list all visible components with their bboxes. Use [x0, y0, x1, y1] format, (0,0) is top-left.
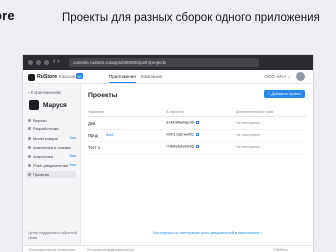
- footer-link-terms[interactable]: Пользовательское соглашение: [29, 248, 75, 252]
- sidebar-item-label: Аналитика: [33, 154, 53, 159]
- page-title: Проекты: [88, 92, 118, 99]
- sidebar: ‹ К приложениям Маруся Версии Разработчи…: [23, 84, 81, 252]
- window-controls: [28, 60, 49, 65]
- add-project-button[interactable]: + Добавить проект: [264, 90, 305, 98]
- developers-icon: [28, 127, 31, 131]
- column-name: Название: [88, 110, 105, 114]
- sidebar-item-label: Версии: [33, 118, 47, 123]
- sidebar-item-monetization[interactable]: Монетизация Beta: [28, 136, 78, 141]
- projects-icon: [28, 173, 31, 177]
- rustore-logo-icon: [28, 74, 35, 81]
- project-notes: Не настроено: [236, 133, 261, 137]
- project-id-value: xmF3Jq5nw2Nz: [166, 133, 195, 138]
- back-to-apps-link[interactable]: ‹ К приложениям: [28, 90, 61, 95]
- page-headline: Проекты для разных сборок одного приложе…: [62, 12, 320, 24]
- project-notes: Не настроено: [236, 145, 261, 149]
- sidebar-item-versions[interactable]: Версии: [28, 118, 78, 123]
- copy-icon[interactable]: [196, 121, 200, 124]
- push-icon: [28, 164, 31, 168]
- table-row[interactable]: Тест 1 rHD9eN2whk8Q Не настроено: [88, 142, 306, 154]
- beta-badge: Beta: [69, 163, 76, 167]
- close-dot-icon[interactable]: [28, 60, 33, 65]
- sidebar-item-label: Проекты: [33, 172, 50, 177]
- project-id: 2xKh8Nw9ap3m: [166, 121, 200, 126]
- beta-badge: Beta: [69, 154, 76, 158]
- main-content: Проекты + Добавить проект Название ID пр…: [81, 84, 313, 252]
- page-footer: Пользовательское соглашение Политика кон…: [23, 245, 313, 252]
- brand-fragment: ore: [0, 8, 15, 23]
- sidebar-item-label: Аналитика и отзывы: [33, 145, 71, 150]
- table-header: Название ID проекта Дополнительные поля: [88, 109, 306, 117]
- project-id: xmF3Jq5nw2Nz: [166, 133, 200, 138]
- column-extra-fields: Дополнительные поля: [236, 110, 274, 114]
- footer-copyright: © RuStore: [273, 247, 288, 252]
- support-link-cont[interactable]: связи: [28, 236, 37, 240]
- project-notes: Не настроено: [236, 121, 261, 125]
- project-name: Прод: [88, 133, 99, 138]
- browser-window: ‹ › console.rustore.ru/apps/000000/push/…: [23, 55, 313, 252]
- monetization-icon: [28, 137, 31, 141]
- project-id: rHD9eN2whk8Q: [166, 145, 200, 150]
- tab-apps[interactable]: Приложения: [109, 74, 136, 83]
- analytics-icon: [28, 155, 31, 159]
- project-id-value: rHD9eN2whk8Q: [166, 145, 195, 150]
- beta-badge: Beta: [69, 136, 76, 140]
- minimize-dot-icon[interactable]: [36, 60, 41, 65]
- sidebar-item-projects[interactable]: Проекты: [26, 171, 76, 178]
- project-name: Дев: [88, 121, 96, 126]
- sidebar-item-analytics-reviews[interactable]: Аналитика и отзывы: [28, 145, 78, 150]
- company-selector[interactable]: ООО «Ис» ⌄: [264, 74, 291, 80]
- sidebar-item-label: Разработчики: [33, 126, 59, 131]
- sidebar-item-developers[interactable]: Разработчики: [28, 126, 78, 131]
- copy-icon[interactable]: [196, 145, 200, 148]
- project-name: Тест 1: [88, 145, 101, 150]
- app-name: Маруся: [43, 102, 67, 109]
- integration-instructions-link[interactable]: Инструкция по интеграции push-уведомлени…: [153, 231, 262, 235]
- ui-tag: UI: [76, 73, 83, 79]
- project-badge: Beta: [106, 133, 114, 137]
- sidebar-item-label: Монетизация: [33, 136, 58, 141]
- browser-chrome: ‹ › console.rustore.ru/apps/000000/push/…: [23, 55, 313, 70]
- sidebar-item-label: Push-уведомления: [33, 163, 69, 168]
- maximize-dot-icon[interactable]: [44, 60, 49, 65]
- column-project-id: ID проекта: [166, 110, 184, 114]
- tab-company[interactable]: Компания: [141, 74, 162, 79]
- table-row[interactable]: Дев 2xKh8Nw9ap3m Не настроено: [88, 118, 306, 130]
- table-row[interactable]: Прод Beta xmF3Jq5nw2Nz Не настроено: [88, 130, 306, 142]
- reviews-icon: [28, 146, 31, 150]
- console-label: Консоль: [59, 74, 77, 79]
- sidebar-item-analytics[interactable]: Аналитика Beta: [28, 154, 78, 159]
- app-icon: [29, 100, 39, 110]
- back-arrow-icon[interactable]: ‹ ›: [53, 58, 60, 65]
- back-label: К приложениям: [30, 90, 61, 95]
- address-bar[interactable]: console.rustore.ru/apps/000000/push/proj…: [69, 58, 259, 67]
- top-navigation: RuStore Консоль UI Приложения Компания О…: [23, 70, 313, 84]
- footer-link-privacy[interactable]: Политика конфиденциальности: [87, 248, 134, 252]
- logo-text[interactable]: RuStore: [37, 74, 57, 80]
- project-id-value: 2xKh8Nw9ap3m: [166, 121, 195, 126]
- sidebar-item-push[interactable]: Push-уведомления Beta: [28, 163, 78, 168]
- copy-icon[interactable]: [196, 133, 200, 136]
- versions-icon: [28, 119, 31, 123]
- avatar[interactable]: [296, 72, 305, 81]
- support-link[interactable]: Центр поддержки и обратной: [28, 231, 77, 235]
